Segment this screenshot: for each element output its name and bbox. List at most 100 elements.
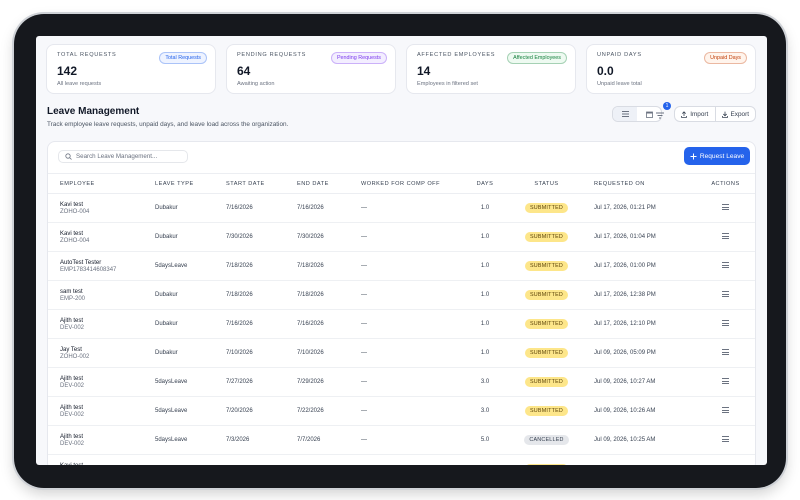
status-badge: SUBMITTED xyxy=(525,319,568,329)
employee-cell: Ajith test DEV-002 xyxy=(48,425,143,455)
employee-cell: Ajith test DEV-002 xyxy=(48,309,143,339)
days-cell: 1.0 xyxy=(459,222,511,252)
requested-on-cell: Jul 09, 2026, 10:27 AM xyxy=(582,367,694,397)
status-badge: SUBMITTED xyxy=(525,348,568,358)
stat-card-affected-employees: Affected Employees 14 Employees in filte… xyxy=(406,44,576,94)
end-date-cell: 7/16/2026 xyxy=(285,193,349,223)
requested-on-cell: Jul 17, 2026, 12:38 PM xyxy=(582,280,694,310)
status-cell: CANCELLED xyxy=(511,425,582,455)
export-button[interactable]: Export xyxy=(714,107,756,121)
row-actions-menu-icon[interactable] xyxy=(722,348,729,356)
calendar-icon xyxy=(645,111,653,118)
status-cell: SUBMITTED xyxy=(511,367,582,397)
row-actions-menu-icon[interactable] xyxy=(722,406,729,414)
table-row[interactable]: Ajith test DEV-002 5daysLeave 7/20/2026 7/22… xyxy=(48,396,755,426)
stat-badge: Affected Employees xyxy=(507,52,567,64)
leave-type-cell: 5daysLeave xyxy=(143,396,214,426)
table-row[interactable]: AutoTest Tester EMP1783414608347 5daysLeav… xyxy=(48,251,755,281)
leave-type-cell: Dubakur xyxy=(143,193,214,223)
row-actions-menu-icon[interactable] xyxy=(722,464,729,465)
actions-cell xyxy=(694,396,755,426)
end-date-cell: 7/22/2026 xyxy=(285,396,349,426)
app-screen: Total Requests 142 All leave requests To… xyxy=(36,36,767,465)
search-input[interactable] xyxy=(76,153,181,160)
requested-on-cell: Jul 09, 2026, 10:25 AM xyxy=(582,425,694,455)
table-header-row: Employee Leave Type Start Date End Date … xyxy=(48,173,755,194)
status-cell: SUBMITTED xyxy=(511,454,582,465)
row-actions-menu-icon[interactable] xyxy=(722,377,729,385)
column-header-requested-on[interactable]: Requested On xyxy=(582,173,694,194)
stat-caption: All leave requests xyxy=(57,81,102,87)
employee-id: DEV-002 xyxy=(60,411,85,418)
end-date-cell: 7/29/2026 xyxy=(285,367,349,397)
row-actions-menu-icon[interactable] xyxy=(722,261,729,269)
status-cell: SUBMITTED xyxy=(511,251,582,281)
column-header-leave-type[interactable]: Leave Type xyxy=(143,173,214,194)
employee-cell: Kavi testZOHO-004 xyxy=(48,193,143,223)
row-actions-menu-icon[interactable] xyxy=(722,319,729,327)
list-icon xyxy=(621,111,629,117)
status-badge: SUBMITTED xyxy=(525,261,568,271)
comp-off-cell: — xyxy=(349,251,459,281)
requested-on-cell: Jul 17, 2026, 12:10 PM xyxy=(582,309,694,339)
row-actions-menu-icon[interactable] xyxy=(722,435,729,443)
table-row[interactable]: Ajith test DEV-002 5daysLeave 7/3/2026 7/7/2… xyxy=(48,425,755,455)
stat-value: 14 xyxy=(417,64,431,78)
search-box xyxy=(58,150,188,163)
column-header-status[interactable]: Status xyxy=(511,173,582,194)
row-actions-menu-icon[interactable] xyxy=(722,290,729,298)
days-cell: 3.0 xyxy=(459,396,511,426)
employee-id: DEV-002 xyxy=(60,382,85,389)
column-header-days[interactable]: Days xyxy=(459,173,511,194)
employee-name: Kavi test xyxy=(60,463,143,466)
comp-off-cell: — xyxy=(349,309,459,339)
start-date-cell xyxy=(214,454,285,465)
employee-name: AutoTest Tester xyxy=(60,259,102,266)
import-button[interactable]: Import xyxy=(675,107,715,121)
filter-button[interactable] xyxy=(653,108,667,122)
table-row[interactable]: Ajith test DEV-002 Dubakur 7/16/2026 7/16/20… xyxy=(48,309,755,339)
status-cell: SUBMITTED xyxy=(511,280,582,310)
table-row[interactable]: Kavi test ZOHO-004 Dubakur 7/16/2026 7/16/20… xyxy=(48,193,755,223)
leave-requests-table: Employee Leave Type Start Date End Date … xyxy=(48,173,755,466)
list-view-button[interactable] xyxy=(613,107,637,121)
employee-cell: Ajith test DEV-002 xyxy=(48,396,143,426)
leave-type-cell: Dubakur xyxy=(143,309,214,339)
column-header-end-date[interactable]: End Date xyxy=(285,173,349,194)
request-leave-button[interactable]: Request Leave xyxy=(684,147,750,165)
stat-caption: Employees in filtered set xyxy=(417,81,478,87)
status-cell: SUBMITTED xyxy=(511,222,582,252)
end-date-cell: 7/30/2026 xyxy=(285,222,349,252)
stat-card-pending-requests: Pending Requests 64 Awaiting action Pend… xyxy=(226,44,396,94)
end-date-cell: 7/18/2026 xyxy=(285,251,349,281)
stat-badge: Pending Requests xyxy=(330,52,387,64)
stat-caption: Unpaid leave total xyxy=(597,81,642,87)
start-date-cell: 7/18/2026 xyxy=(214,280,285,310)
end-date-cell: 7/16/2026 xyxy=(285,309,349,339)
status-badge: SUBMITTED xyxy=(525,464,568,465)
export-label: Export xyxy=(730,110,749,118)
row-actions-menu-icon[interactable] xyxy=(722,203,729,211)
table-row[interactable]: Kavi test ZOHO-004 Dubakur 7/30/2026 7/30/20… xyxy=(48,222,755,252)
end-date-cell xyxy=(285,454,349,465)
row-actions-menu-icon[interactable] xyxy=(722,232,729,240)
column-header-comp-off[interactable]: Worked For Comp Off xyxy=(349,173,459,194)
table-row[interactable]: Jay Test ZOHO-002 Dubakur 7/10/2026 7/10/202… xyxy=(48,338,755,368)
days-cell: 1.0 xyxy=(459,309,511,339)
leave-type-cell: Dubakur xyxy=(143,338,214,368)
employee-id: ZOHO-004 xyxy=(60,237,90,244)
table-row[interactable]: Ajith test DEV-002 5daysLeave 7/27/2026 7/29… xyxy=(48,367,755,397)
end-date-cell: 7/18/2026 xyxy=(285,280,349,310)
actions-cell xyxy=(694,193,755,223)
download-icon xyxy=(721,111,728,118)
column-header-employee[interactable]: Employee xyxy=(48,173,143,194)
start-date-cell: 7/18/2026 xyxy=(214,251,285,281)
leave-type-cell: 5daysLeave xyxy=(143,251,214,281)
actions-cell xyxy=(694,425,755,455)
table-row[interactable]: sam test EMP-200 Dubakur 7/18/2026 7/18/2026… xyxy=(48,280,755,310)
actions-cell xyxy=(694,309,755,339)
actions-cell xyxy=(694,338,755,368)
table-row[interactable]: Kavi testZOHO-004 SUBMITTED xyxy=(48,454,755,466)
column-header-start-date[interactable]: Start Date xyxy=(214,173,285,194)
actions-cell xyxy=(694,367,755,397)
